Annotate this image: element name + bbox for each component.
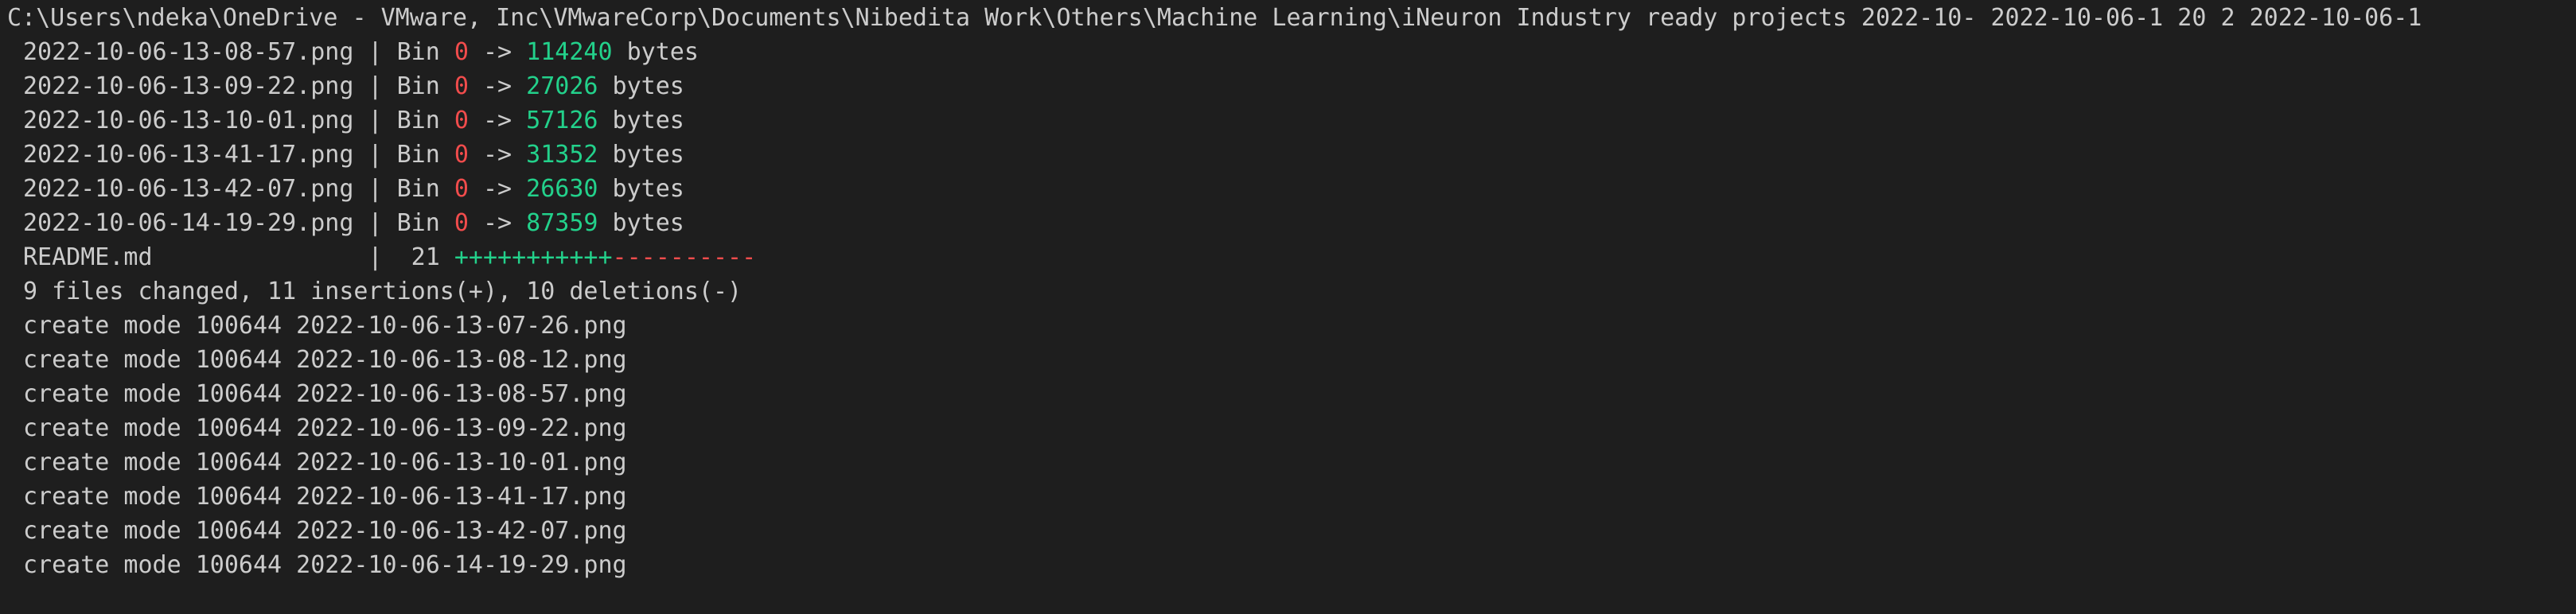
arrow: -> bbox=[468, 72, 527, 100]
unit: bytes bbox=[612, 38, 699, 66]
create-mode-line: create mode 100644 2022-10-06-13-09-22.p… bbox=[23, 414, 627, 442]
arrow: -> bbox=[468, 141, 527, 169]
old-size: 0 bbox=[454, 107, 469, 134]
create-mode-line: create mode 100644 2022-10-06-13-07-26.p… bbox=[23, 312, 627, 340]
old-size: 0 bbox=[454, 209, 469, 237]
bin-separator: | Bin bbox=[353, 175, 454, 203]
new-size: 87359 bbox=[526, 209, 598, 237]
terminal-output[interactable]: C:\Users\ndeka\OneDrive - VMware, Inc\VM… bbox=[0, 0, 2576, 614]
bin-separator: | Bin bbox=[353, 209, 454, 237]
file-name: 2022-10-06-14-19-29.png bbox=[23, 209, 354, 237]
file-name: 2022-10-06-13-42-07.png bbox=[23, 175, 354, 203]
path-line: C:\Users\ndeka\OneDrive - VMware, Inc\VM… bbox=[7, 4, 2422, 32]
create-mode-line: create mode 100644 2022-10-06-13-41-17.p… bbox=[23, 483, 627, 511]
bin-diff-line: 2022-10-06-13-10-01.png | Bin 0 -> 57126… bbox=[0, 103, 2576, 138]
deletions-bar: ---------- bbox=[612, 243, 757, 271]
unit: bytes bbox=[598, 72, 684, 100]
arrow: -> bbox=[468, 175, 527, 203]
file-name: 2022-10-06-13-10-01.png bbox=[23, 107, 354, 134]
change-count: | 21 bbox=[152, 243, 454, 271]
insertions-bar: +++++++++++ bbox=[454, 243, 613, 271]
bin-separator: | Bin bbox=[353, 38, 454, 66]
create-mode-line: create mode 100644 2022-10-06-14-19-29.p… bbox=[23, 551, 627, 579]
unit: bytes bbox=[598, 141, 684, 169]
bin-separator: | Bin bbox=[353, 72, 454, 100]
create-mode-line: create mode 100644 2022-10-06-13-08-12.p… bbox=[23, 346, 627, 374]
bin-diff-line: 2022-10-06-13-41-17.png | Bin 0 -> 31352… bbox=[0, 138, 2576, 172]
old-size: 0 bbox=[454, 72, 469, 100]
bin-separator: | Bin bbox=[353, 141, 454, 169]
readme-diff-line: README.md | 21 +++++++++++---------- bbox=[0, 240, 2576, 274]
bin-separator: | Bin bbox=[353, 107, 454, 134]
old-size: 0 bbox=[454, 175, 469, 203]
old-size: 0 bbox=[454, 38, 469, 66]
bin-diff-line: 2022-10-06-14-19-29.png | Bin 0 -> 87359… bbox=[0, 206, 2576, 240]
file-name: 2022-10-06-13-09-22.png bbox=[23, 72, 354, 100]
file-name: 2022-10-06-13-41-17.png bbox=[23, 141, 354, 169]
bin-diff-line: 2022-10-06-13-08-57.png | Bin 0 -> 11424… bbox=[0, 35, 2576, 69]
arrow: -> bbox=[468, 209, 527, 237]
arrow: -> bbox=[468, 38, 527, 66]
unit: bytes bbox=[598, 175, 684, 203]
file-name: README.md bbox=[23, 243, 153, 271]
new-size: 31352 bbox=[526, 141, 598, 169]
new-size: 27026 bbox=[526, 72, 598, 100]
file-name: 2022-10-06-13-08-57.png bbox=[23, 38, 354, 66]
create-mode-line: create mode 100644 2022-10-06-13-42-07.p… bbox=[23, 517, 627, 545]
new-size: 57126 bbox=[526, 107, 598, 134]
bin-diff-line: 2022-10-06-13-42-07.png | Bin 0 -> 26630… bbox=[0, 172, 2576, 206]
new-size: 26630 bbox=[526, 175, 598, 203]
unit: bytes bbox=[598, 107, 684, 134]
create-mode-line: create mode 100644 2022-10-06-13-08-57.p… bbox=[23, 380, 627, 408]
arrow: -> bbox=[468, 107, 527, 134]
create-mode-line: create mode 100644 2022-10-06-13-10-01.p… bbox=[23, 449, 627, 476]
old-size: 0 bbox=[454, 141, 469, 169]
unit: bytes bbox=[598, 209, 684, 237]
new-size: 114240 bbox=[526, 38, 613, 66]
bin-diff-line: 2022-10-06-13-09-22.png | Bin 0 -> 27026… bbox=[0, 69, 2576, 103]
summary-line: 9 files changed, 11 insertions(+), 10 de… bbox=[23, 278, 742, 305]
